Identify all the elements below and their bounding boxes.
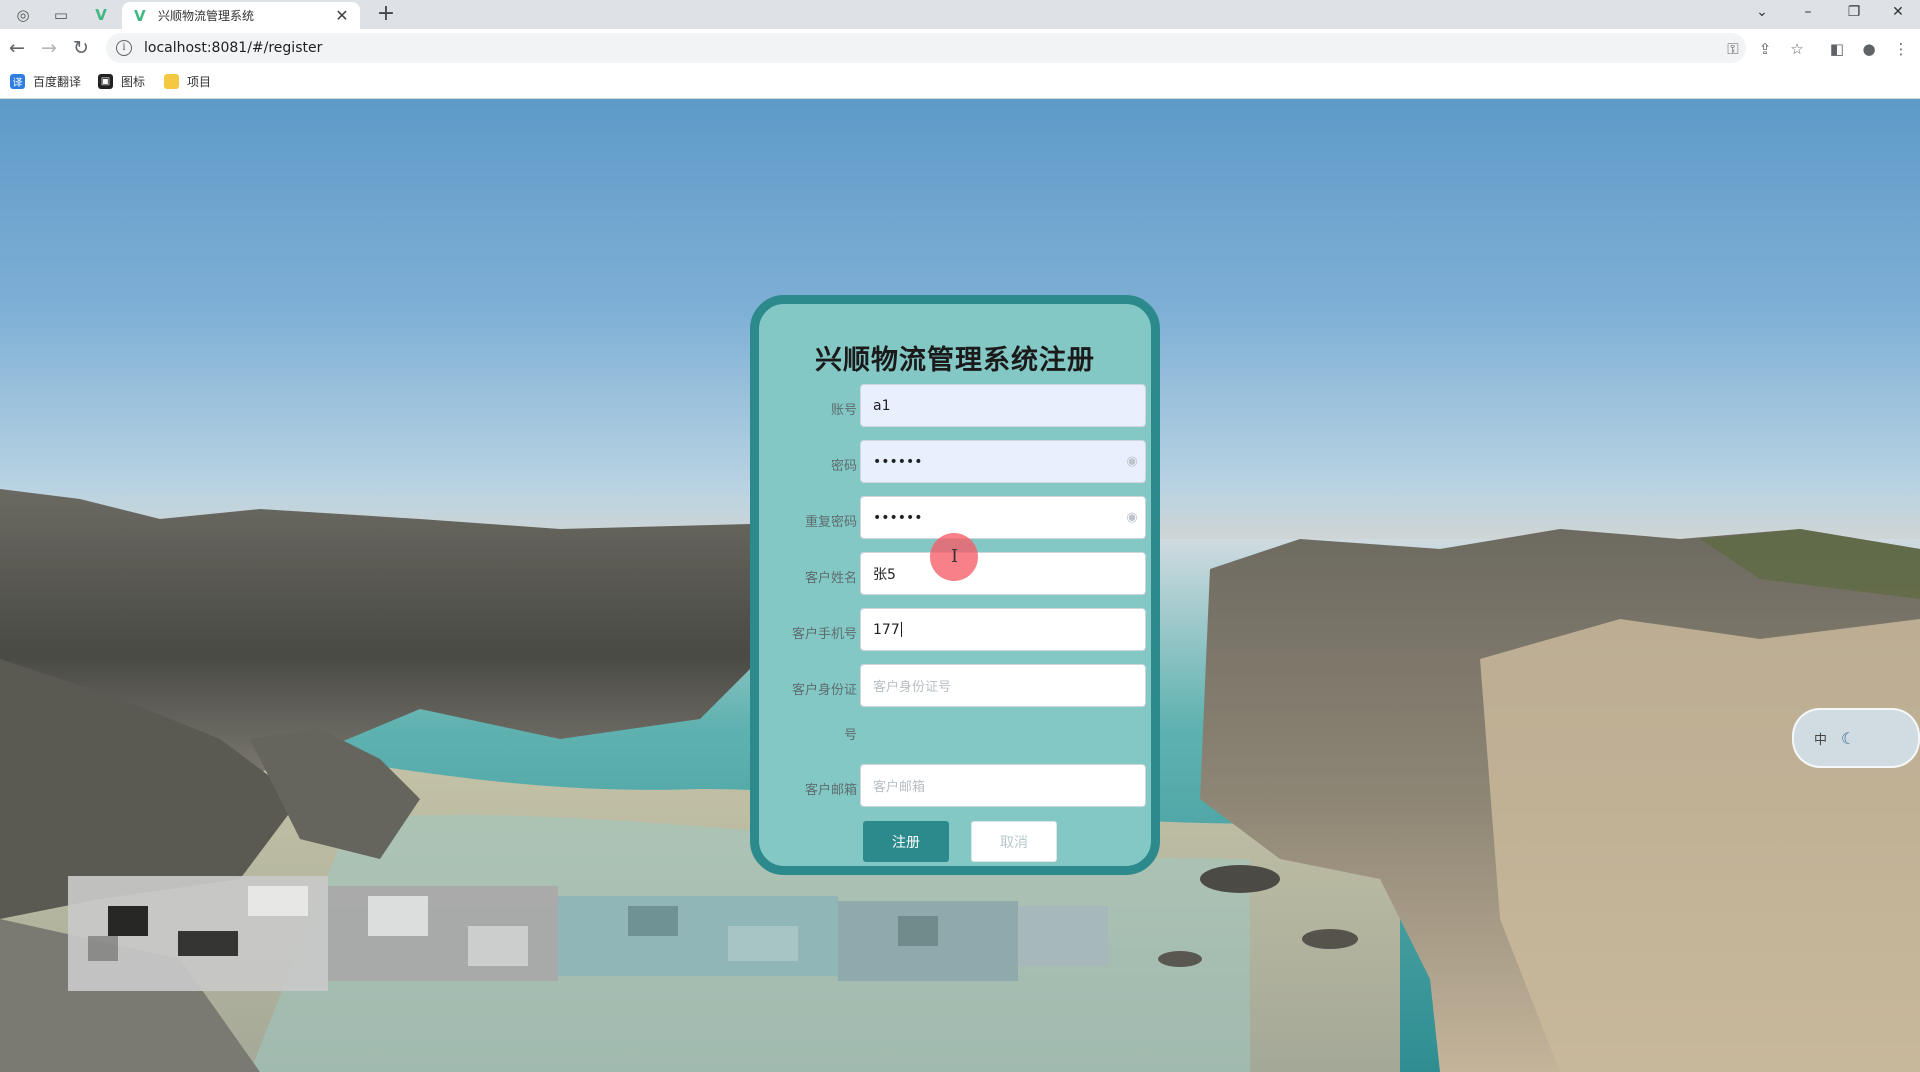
account-value: a1 xyxy=(873,397,891,414)
restore-button[interactable]: ❐ xyxy=(1832,0,1876,24)
browser-tab-strip: ◎ ▭ V V 兴顺物流管理系统 ✕ + ⌄ – ❐ ✕ xyxy=(0,0,1920,29)
address-bar[interactable]: i localhost:8081/#/register xyxy=(106,33,1746,63)
password-label: 密码 xyxy=(830,459,857,474)
new-tab-button[interactable]: + xyxy=(374,1,398,26)
reload-icon[interactable]: ↻ xyxy=(68,35,94,61)
customer-name-label: 客户姓名 xyxy=(804,571,857,586)
bookmark-icons[interactable]: ▣ 图标 xyxy=(98,73,145,90)
picture-icon: ▣ xyxy=(98,74,113,89)
star-icon[interactable]: ☆ xyxy=(1786,38,1808,60)
pixelated-region xyxy=(68,876,1108,991)
tab-search-icon[interactable]: ⌄ xyxy=(1740,0,1784,24)
vue-tab-icon[interactable]: V xyxy=(84,3,118,27)
folder-icon xyxy=(164,74,179,89)
text-cursor-icon: I xyxy=(951,546,959,567)
blank-tab-icon[interactable]: ▭ xyxy=(44,3,78,27)
translate-icon: 译 xyxy=(10,74,25,89)
customer-email-label: 客户邮箱 xyxy=(804,783,857,798)
bookmark-project[interactable]: 项目 xyxy=(164,73,211,90)
back-icon[interactable]: ← xyxy=(4,35,30,61)
customer-id-label-line1: 客户身份证 xyxy=(791,683,857,698)
browser-toolbar: ← → ↻ i localhost:8081/#/register ⚿ ⇪ ☆ … xyxy=(0,29,1920,67)
menu-icon[interactable]: ⋮ xyxy=(1890,38,1912,60)
forward-icon[interactable]: → xyxy=(36,35,62,61)
side-panel-icon[interactable]: ◧ xyxy=(1826,38,1848,60)
customer-name-input[interactable]: 张5 xyxy=(860,552,1146,595)
customer-email-input[interactable]: 客户邮箱 xyxy=(860,764,1146,807)
customer-phone-value: 177 xyxy=(873,621,900,638)
text-caret xyxy=(900,622,902,637)
bookmark-baidu-translate[interactable]: 译 百度翻译 xyxy=(10,73,81,90)
bookmark-label: 图标 xyxy=(121,75,146,89)
bookmarks-bar: 译 百度翻译 ▣ 图标 项目 xyxy=(0,67,1920,99)
account-input[interactable]: a1 xyxy=(860,384,1146,427)
close-tab-icon[interactable]: ✕ xyxy=(332,6,352,25)
bookmark-label: 百度翻译 xyxy=(33,75,82,89)
customer-id-placeholder: 客户身份证号 xyxy=(873,680,952,695)
ime-mode: 中 xyxy=(1814,732,1828,748)
key-icon[interactable]: ⚿ xyxy=(1722,38,1744,60)
cancel-button[interactable]: 取消 xyxy=(971,821,1057,862)
eye-icon[interactable]: ◉ xyxy=(1119,510,1145,525)
repeat-password-input[interactable]: •••••• ◉ xyxy=(860,496,1146,539)
url-text[interactable]: localhost:8081/#/register xyxy=(144,40,322,56)
info-icon[interactable]: i xyxy=(116,40,132,56)
profile-icon[interactable]: ● xyxy=(1858,38,1880,60)
register-card: 兴顺物流管理系统注册 账号 a1 密码 •••••• ◉ 重复密码 ••••••… xyxy=(750,295,1160,875)
password-input[interactable]: •••••• ◉ xyxy=(860,440,1146,483)
repeat-password-label: 重复密码 xyxy=(804,515,857,530)
customer-id-input[interactable]: 客户身份证号 xyxy=(860,664,1146,707)
password-value: •••••• xyxy=(873,453,923,470)
customer-phone-input[interactable]: 177 xyxy=(860,608,1146,651)
account-label: 账号 xyxy=(830,403,857,418)
register-title: 兴顺物流管理系统注册 xyxy=(815,345,1095,376)
tab-title: 兴顺物流管理系统 xyxy=(158,9,255,23)
register-button[interactable]: 注册 xyxy=(863,821,949,862)
customer-id-label-line2: 号 xyxy=(843,728,857,743)
ime-status-widget[interactable]: 中 ☾ xyxy=(1792,708,1920,768)
customer-phone-label: 客户手机号 xyxy=(791,627,857,642)
share-icon[interactable]: ⇪ xyxy=(1754,38,1776,60)
eye-icon[interactable]: ◉ xyxy=(1119,454,1145,469)
minimize-button[interactable]: – xyxy=(1786,0,1830,24)
customer-phone-text: 177 xyxy=(873,622,1145,638)
close-window-button[interactable]: ✕ xyxy=(1876,0,1920,24)
vue-logo-icon: V xyxy=(134,6,146,25)
customer-email-placeholder: 客户邮箱 xyxy=(873,780,926,795)
customer-name-value: 张5 xyxy=(873,566,896,583)
globe-icon[interactable]: ◎ xyxy=(6,3,40,27)
repeat-password-value: •••••• xyxy=(873,509,923,526)
moon-icon: ☾ xyxy=(1841,728,1856,748)
bookmark-label: 项目 xyxy=(187,75,212,89)
active-tab[interactable]: V 兴顺物流管理系统 ✕ xyxy=(122,2,360,29)
